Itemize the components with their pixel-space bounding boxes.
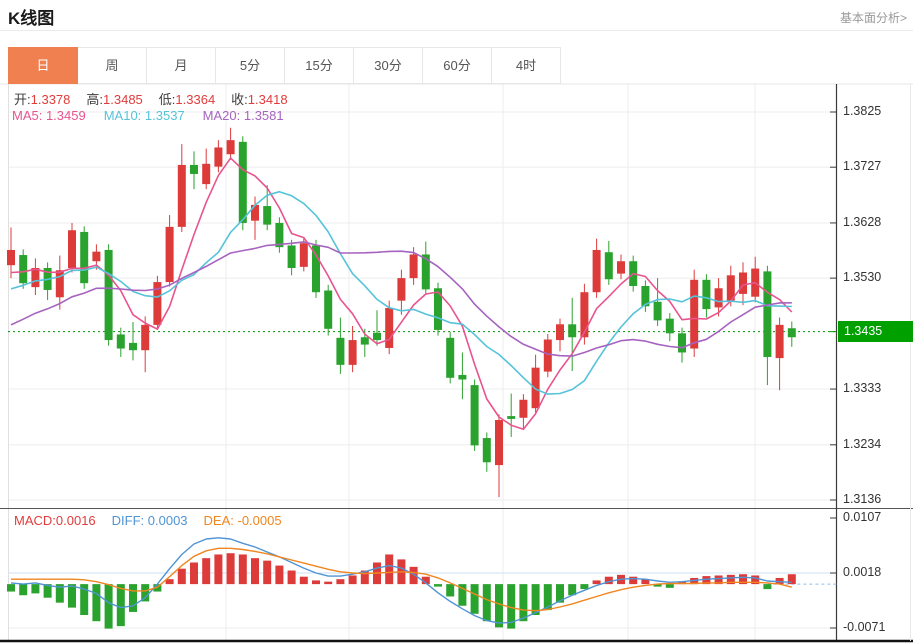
open-readout: 开:1.3378 (14, 89, 70, 108)
close-value: 1.3418 (247, 92, 288, 107)
tab-month[interactable]: 月 (146, 47, 216, 84)
period-tabbar: 日 周 月 5分 15分 30分 60分 4时 (8, 47, 561, 84)
macd-readout: MACD:0.0016 DIFF: 0.0003 DEA: -0.0005 (14, 513, 282, 528)
current-price-value: 1.3435 (844, 324, 883, 339)
ma-readout: MA5: 1.3459 MA10: 1.3537 MA20: 1.3581 (12, 108, 284, 123)
tab-60min[interactable]: 60分 (422, 47, 492, 84)
low-readout: 低:1.3364 (159, 89, 215, 108)
tab-5min[interactable]: 5分 (215, 47, 285, 84)
high-label: 高: (86, 92, 104, 107)
ma5-readout: MA5: 1.3459 (12, 108, 86, 123)
y-axis-label: 0.0018 (843, 565, 882, 579)
tab-day[interactable]: 日 (8, 47, 78, 84)
y-axis-label: -0.0071 (843, 620, 886, 634)
y-axis-label: 1.3530 (843, 270, 882, 285)
high-value: 1.3485 (103, 92, 143, 107)
y-axis-label: 1.3727 (843, 159, 882, 174)
fundamental-analysis-link[interactable]: 基本面分析> (840, 9, 907, 26)
tab-15min[interactable]: 15分 (284, 47, 354, 84)
y-axis-label: 1.3628 (843, 214, 882, 229)
close-readout: 收:1.3418 (231, 89, 287, 108)
high-readout: 高:1.3485 (86, 89, 142, 108)
current-price-tag: 1.3435 (838, 321, 913, 343)
ma10-readout: MA10: 1.3537 (103, 108, 185, 123)
ohlc-readout: 开:1.3378 高:1.3485 低:1.3364 收:1.3418 (14, 89, 288, 108)
open-label: 开: (14, 92, 31, 107)
ma20-readout: MA20: 1.3581 (202, 108, 284, 123)
close-label: 收: (231, 92, 248, 107)
header-divider (0, 30, 913, 31)
tab-week[interactable]: 周 (77, 47, 147, 84)
y-axis-label: 0.0107 (843, 510, 882, 524)
diff-value: DIFF: 0.0003 (111, 513, 188, 528)
open-value: 1.3378 (30, 92, 71, 107)
dea-value: DEA: -0.0005 (203, 513, 282, 528)
y-axis-label: 1.3333 (843, 381, 882, 396)
tab-30min[interactable]: 30分 (353, 47, 423, 84)
y-axis-label: 1.3136 (843, 492, 882, 506)
tab-4hour[interactable]: 4时 (491, 47, 561, 84)
page-title: K线图 (8, 9, 55, 28)
y-axis-label: 1.3825 (843, 104, 882, 118)
macd-value: MACD:0.0016 (14, 513, 96, 528)
low-label: 低: (158, 92, 176, 107)
low-value: 1.3364 (175, 92, 216, 107)
y-axis-label: 1.3234 (843, 436, 882, 451)
right-edge-border (910, 84, 911, 641)
